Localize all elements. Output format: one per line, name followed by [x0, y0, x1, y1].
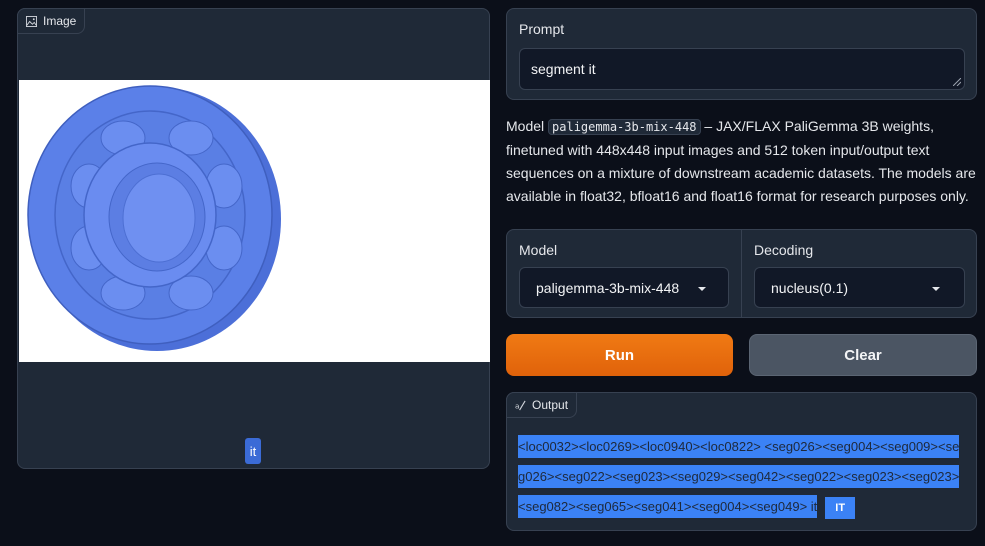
output-label-chip: a Output — [506, 392, 578, 418]
settings-panel: Model paligemma-3b-mix-448 Decoding nucl… — [506, 229, 977, 318]
model-value: paligemma-3b-mix-448 — [536, 280, 680, 296]
chevron-down-icon — [698, 287, 706, 291]
prompt-label: Prompt — [519, 21, 565, 37]
output-text: <loc0032><loc0269><loc0940><loc0822> <se… — [518, 432, 964, 522]
clear-button[interactable]: Clear — [749, 334, 977, 376]
prompt-value: segment it — [531, 61, 596, 77]
model-description: Model paligemma-3b-mix-448 – JAX/FLAX Pa… — [506, 115, 976, 208]
output-entity-tag: IT — [825, 497, 856, 519]
bore — [122, 173, 196, 263]
model-label: Model — [519, 242, 558, 258]
bearing-mask-image — [27, 85, 281, 351]
model-dropdown[interactable]: paligemma-3b-mix-448 — [519, 267, 729, 308]
image-panel-label: Image — [43, 14, 77, 28]
decoding-dropdown[interactable]: nucleus(0.1) — [754, 267, 965, 308]
description-prefix: Model — [506, 118, 545, 134]
resize-handle-icon[interactable] — [953, 78, 961, 86]
decoding-value: nucleus(0.1) — [771, 280, 849, 296]
divider — [741, 230, 742, 317]
annotation-label-badge: it — [245, 438, 261, 464]
svg-text:a: a — [515, 401, 520, 410]
image-icon — [26, 15, 37, 27]
decoding-label: Decoding — [754, 242, 814, 258]
output-panel-label: Output — [532, 398, 569, 412]
run-button[interactable]: Run — [506, 334, 733, 376]
model-code: paligemma-3b-mix-448 — [548, 119, 701, 135]
highlighted-output: <loc0032><loc0269><loc0940><loc0822> <se… — [518, 435, 960, 518]
segmented-image[interactable] — [19, 80, 490, 362]
annotation-label: it — [249, 443, 257, 459]
chevron-down-icon — [932, 287, 940, 291]
image-label-chip: Image — [17, 8, 86, 34]
prompt-textarea[interactable]: segment it — [519, 48, 965, 90]
highlight-icon: a — [515, 400, 526, 410]
image-panel: Image it — [17, 8, 490, 469]
prompt-panel: Prompt segment it — [506, 8, 977, 100]
